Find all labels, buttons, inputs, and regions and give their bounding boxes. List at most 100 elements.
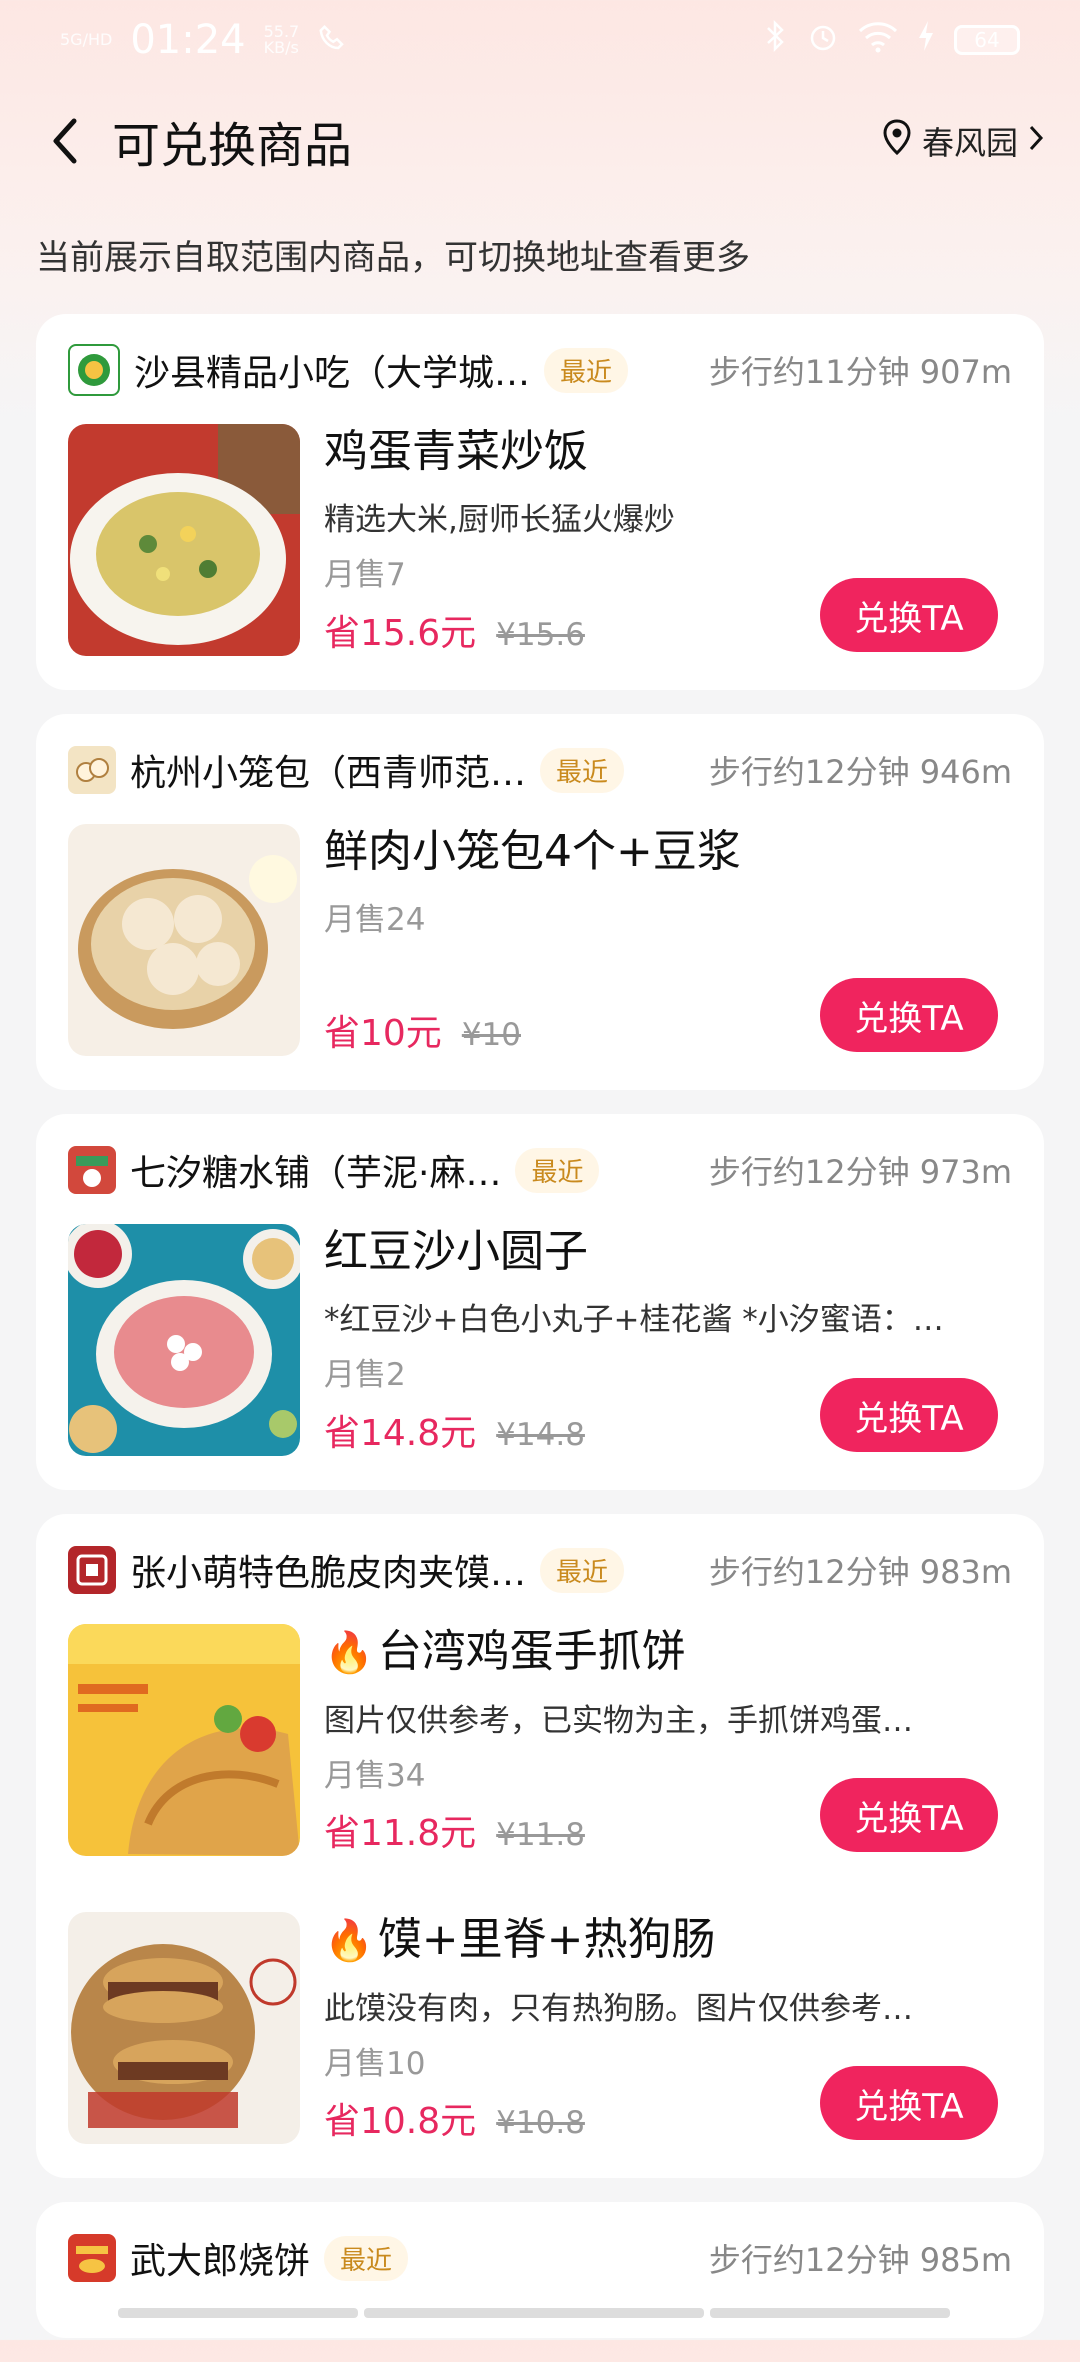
product-title-row: 🔥台湾鸡蛋手抓饼 — [324, 1624, 1012, 1681]
image-strip-segment — [710, 2308, 950, 2318]
shop-name: 沙县精品小吃（大学城… — [134, 353, 531, 394]
product-image — [68, 1624, 300, 1856]
save-amount: 省15.6元 — [324, 613, 477, 654]
product-title-row: 🔥馍+里脊+热狗肠 — [324, 1912, 1012, 1969]
shop-logo — [68, 746, 116, 794]
shop-card[interactable]: 张小萌特色脆皮肉夹馍… 最近 步行约12分钟 983m 🔥台湾鸡蛋手抓饼 图片仅… — [36, 1514, 1044, 2178]
shop-distance: 步行约12分钟 973m — [708, 1153, 1012, 1191]
shop-name: 杭州小笼包（西青师范… — [130, 753, 527, 794]
back-arrow-icon[interactable] — [50, 115, 86, 167]
shop-logo — [68, 344, 120, 396]
phone-icon — [317, 17, 347, 63]
recent-badge: 最近 — [324, 2235, 409, 2281]
shop-name: 张小萌特色脆皮肉夹馍… — [130, 1553, 527, 1594]
image-strip-segment — [364, 2308, 704, 2318]
product-title: 馍+里脊+热狗肠 — [377, 1914, 716, 1965]
battery-indicator: 64 — [954, 25, 1020, 55]
product-image — [68, 824, 300, 1056]
header: 可兑换商品 春风园 — [0, 96, 1080, 186]
shop-card[interactable]: 七汐糖水铺（芋泥·麻… 最近 步行约12分钟 973m 红豆沙小圆子 *红豆沙+… — [36, 1114, 1044, 1490]
original-price: ¥15.6 — [496, 617, 585, 653]
product-image — [68, 1912, 300, 2144]
product-title: 台湾鸡蛋手抓饼 — [377, 1626, 686, 1677]
recent-badge: 最近 — [540, 747, 625, 793]
header-left: 可兑换商品 — [50, 106, 352, 176]
shop-card[interactable]: 沙县精品小吃（大学城… 最近 步行约11分钟 907m 鸡蛋青菜炒饭 精选大米,… — [36, 314, 1044, 690]
network-speed: 55.7 KB/s — [264, 24, 300, 56]
price-row: 省10.8元 ¥10.8 — [324, 2092, 585, 2144]
location-pin-icon — [882, 119, 912, 163]
recent-badge: 最近 — [544, 347, 629, 393]
original-price: ¥14.8 — [496, 1417, 585, 1453]
save-amount: 省10元 — [324, 1013, 442, 1054]
shop-logo — [68, 2234, 116, 2282]
image-strip — [68, 2308, 1012, 2318]
product-description: 图片仅供参考，已实物为主，手抓饼鸡蛋… — [324, 1703, 913, 1739]
price-row: 省10元 ¥10 — [324, 1004, 521, 1056]
shop-header[interactable]: 张小萌特色脆皮肉夹馍… 最近 步行约12分钟 983m — [68, 1542, 1012, 1598]
shop-header[interactable]: 沙县精品小吃（大学城… 最近 步行约11分钟 907m — [68, 342, 1012, 398]
shop-distance: 步行约12分钟 985m — [708, 2241, 1012, 2279]
status-time: 01:24 — [130, 17, 246, 63]
product-description: 此馍没有肉，只有热狗肠。图片仅供参考… — [324, 1991, 913, 2027]
fire-icon: 🔥 — [324, 1918, 374, 1964]
product-image — [68, 424, 300, 656]
page-title: 可兑换商品 — [112, 118, 353, 174]
recent-badge: 最近 — [515, 1147, 600, 1193]
original-price: ¥10 — [461, 1017, 521, 1053]
status-right: 64 — [764, 17, 1020, 63]
redeem-button[interactable]: 兑换TA — [820, 1378, 998, 1452]
save-amount: 省14.8元 — [324, 1413, 477, 1454]
recent-badge: 最近 — [540, 1547, 625, 1593]
wifi-icon — [858, 17, 898, 63]
shop-distance: 步行约12分钟 983m — [708, 1553, 1012, 1591]
price-row: 省11.8元 ¥11.8 — [324, 1804, 585, 1856]
product-item[interactable]: 鸡蛋青菜炒饭 精选大米,厨师长猛火爆炒 月售7 省15.6元 ¥15.6 兑换T… — [68, 424, 1012, 656]
alarm-icon — [806, 17, 840, 63]
shop-distance: 步行约11分钟 907m — [708, 353, 1012, 391]
bluetooth-icon — [764, 17, 788, 63]
notice-text: 当前展示自取范围内商品，可切换地址查看更多 — [36, 238, 750, 278]
image-strip-segment — [118, 2308, 358, 2318]
product-title: 鲜肉小笼包4个+豆浆 — [324, 826, 741, 877]
shop-name: 七汐糖水铺（芋泥·麻… — [130, 1153, 502, 1194]
shop-header[interactable]: 七汐糖水铺（芋泥·麻… 最近 步行约12分钟 973m — [68, 1142, 1012, 1198]
price-row: 省14.8元 ¥14.8 — [324, 1404, 585, 1456]
price-row: 省15.6元 ¥15.6 — [324, 604, 585, 656]
shop-card[interactable]: 杭州小笼包（西青师范… 最近 步行约12分钟 946m 鲜肉小笼包4个+豆浆 月… — [36, 714, 1044, 1090]
product-image — [68, 1224, 300, 1456]
shop-logo — [68, 1146, 116, 1194]
product-item[interactable]: 🔥馍+里脊+热狗肠 此馍没有肉，只有热狗肠。图片仅供参考… 月售10 省10.8… — [68, 1912, 1012, 2144]
product-item[interactable]: 红豆沙小圆子 *红豆沙+白色小丸子+桂花酱 *小汐蜜语：… 月售2 省14.8元… — [68, 1224, 1012, 1456]
save-amount: 省10.8元 — [324, 2101, 477, 2142]
product-title: 鸡蛋青菜炒饭 — [324, 426, 588, 477]
original-price: ¥11.8 — [496, 1817, 585, 1853]
location-label: 春风园 — [921, 124, 1018, 162]
shop-logo — [68, 1546, 116, 1594]
product-title: 红豆沙小圆子 — [324, 1226, 588, 1277]
fire-icon: 🔥 — [324, 1630, 374, 1676]
product-item[interactable]: 🔥台湾鸡蛋手抓饼 图片仅供参考，已实物为主，手抓饼鸡蛋… 月售34 省11.8元… — [68, 1624, 1012, 1856]
redeem-button[interactable]: 兑换TA — [820, 978, 998, 1052]
shop-card[interactable]: 武大郎烧饼 最近 步行约12分钟 985m — [36, 2202, 1044, 2338]
redeem-button[interactable]: 兑换TA — [820, 2066, 998, 2140]
shop-header[interactable]: 武大郎烧饼 最近 步行约12分钟 985m — [68, 2230, 1012, 2286]
redeem-button[interactable]: 兑换TA — [820, 1778, 998, 1852]
charging-icon — [916, 17, 936, 63]
original-price: ¥10.8 — [496, 2105, 585, 2141]
chevron-right-icon — [1028, 122, 1044, 160]
product-item[interactable]: 鲜肉小笼包4个+豆浆 月售24 省10元 ¥10 兑换TA — [68, 824, 1012, 1056]
shop-header[interactable]: 杭州小笼包（西青师范… 最近 步行约12分钟 946m — [68, 742, 1012, 798]
status-bar: 5G/HD 01:24 55.7 KB/s 64 — [0, 0, 1080, 80]
product-description: *红豆沙+白色小丸子+桂花酱 *小汐蜜语：… — [324, 1302, 944, 1338]
shop-name: 武大郎烧饼 — [130, 2241, 311, 2282]
network-label: 5G/HD — [60, 30, 113, 49]
monthly-sales: 月售24 — [324, 902, 426, 938]
location-selector[interactable]: 春风园 — [882, 118, 1044, 164]
shop-list: 沙县精品小吃（大学城… 最近 步行约11分钟 907m 鸡蛋青菜炒饭 精选大米,… — [36, 314, 1044, 2362]
status-left: 5G/HD 01:24 55.7 KB/s — [60, 17, 347, 63]
speed-unit: KB/s — [263, 38, 299, 57]
redeem-button[interactable]: 兑换TA — [820, 578, 998, 652]
save-amount: 省11.8元 — [324, 1813, 477, 1854]
shop-distance: 步行约12分钟 946m — [708, 753, 1012, 791]
